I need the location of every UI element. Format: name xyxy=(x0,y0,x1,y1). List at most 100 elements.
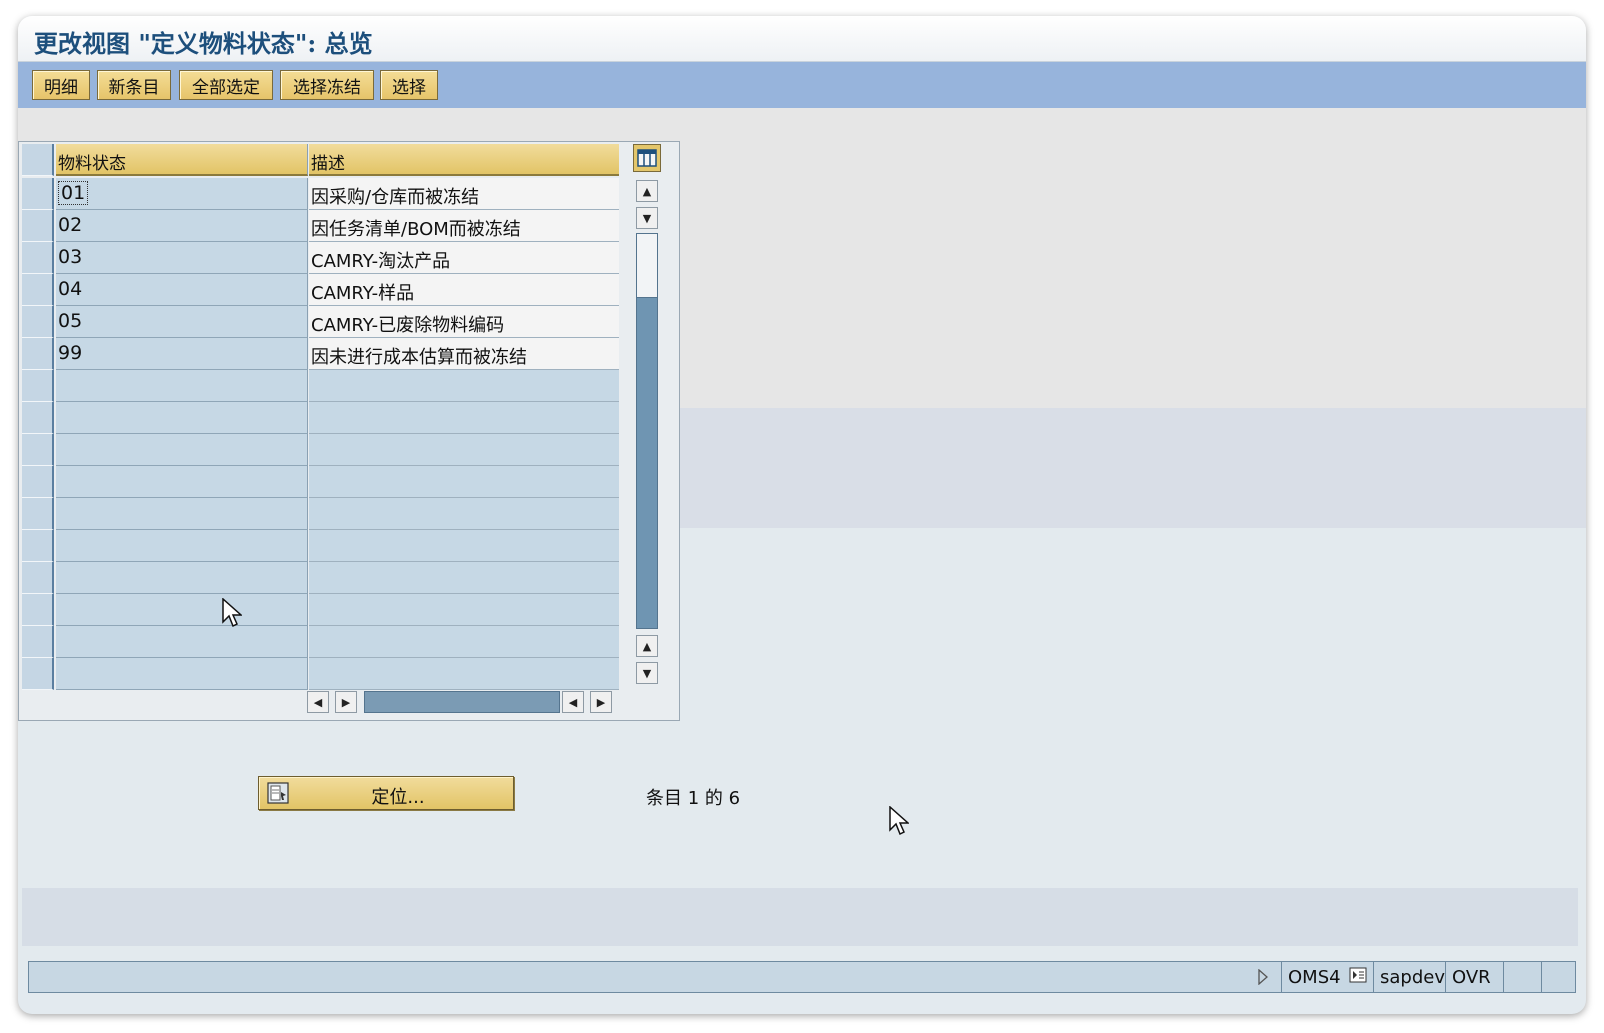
row-selector[interactable] xyxy=(22,402,54,434)
scroll-left-icon[interactable]: ◀ xyxy=(307,691,329,713)
row-selector[interactable] xyxy=(22,306,54,338)
row-selector[interactable] xyxy=(22,434,54,466)
description-cell[interactable] xyxy=(309,434,619,466)
status-cell[interactable] xyxy=(56,434,308,466)
row-selector[interactable] xyxy=(22,370,54,402)
description-cell[interactable] xyxy=(309,466,619,498)
status-cell[interactable] xyxy=(56,466,308,498)
status-cell[interactable]: 03 xyxy=(56,242,308,274)
sap-window: 更改视图 "定义物料状态": 总览 明细 新条目 全部选定 选择冻结 选择 物料… xyxy=(18,16,1586,1014)
select-all-button[interactable]: 全部选定 xyxy=(179,70,273,100)
page-up-icon[interactable]: ▲ xyxy=(636,635,658,657)
status-cell[interactable] xyxy=(56,562,308,594)
select-block-button[interactable]: 选择冻结 xyxy=(280,70,374,100)
table-row[interactable]: 02 因任务清单/BOM而被冻结 xyxy=(22,210,632,242)
status-cell[interactable] xyxy=(56,626,308,658)
description-cell[interactable]: CAMRY-淘汰产品 xyxy=(309,242,619,274)
system-indicator: OMS4 xyxy=(1281,962,1373,992)
vertical-scroll-track[interactable] xyxy=(636,233,658,629)
description-cell[interactable] xyxy=(309,658,619,690)
scroll-down-icon[interactable]: ▼ xyxy=(636,207,658,229)
table-control: 物料状态 描述 01 因采购/仓库而被冻结 02 因任务清单/BOM而被冻结 0… xyxy=(18,141,680,721)
row-selector[interactable] xyxy=(22,530,54,562)
empty-table-row[interactable] xyxy=(22,658,632,690)
description-cell[interactable]: 因未进行成本估算而被冻结 xyxy=(309,338,619,370)
description-cell[interactable]: CAMRY-已废除物料编码 xyxy=(309,306,619,338)
server-name: sapdev xyxy=(1373,962,1445,992)
description-cell[interactable] xyxy=(309,370,619,402)
row-selector[interactable] xyxy=(22,242,54,274)
select-all-rows-cell[interactable] xyxy=(22,144,54,176)
row-selector[interactable] xyxy=(22,658,54,690)
empty-table-row[interactable] xyxy=(22,562,632,594)
status-cell[interactable] xyxy=(56,498,308,530)
description-cell[interactable]: CAMRY-样品 xyxy=(309,274,619,306)
empty-table-row[interactable] xyxy=(22,498,632,530)
locate-button-label: 定位... xyxy=(371,787,425,808)
mouse-cursor-icon xyxy=(889,806,909,836)
empty-table-row[interactable] xyxy=(22,626,632,658)
description-cell[interactable] xyxy=(309,402,619,434)
locate-button[interactable]: 定位... xyxy=(258,776,514,810)
row-selector[interactable] xyxy=(22,594,54,626)
description-cell[interactable] xyxy=(309,562,619,594)
status-cell[interactable]: 01 xyxy=(56,178,308,210)
details-button[interactable]: 明细 xyxy=(32,70,90,100)
table-row[interactable]: 99 因未进行成本估算而被冻结 xyxy=(22,338,632,370)
column-header-material-status[interactable]: 物料状态 xyxy=(56,144,308,176)
status-cell[interactable] xyxy=(56,594,308,626)
row-selector[interactable] xyxy=(22,338,54,370)
row-selector[interactable] xyxy=(22,498,54,530)
scroll-left-end-icon[interactable]: ◀ xyxy=(562,691,584,713)
empty-table-row[interactable] xyxy=(22,594,632,626)
empty-table-row[interactable] xyxy=(22,434,632,466)
empty-table-row[interactable] xyxy=(22,466,632,498)
empty-table-row[interactable] xyxy=(22,530,632,562)
row-selector[interactable] xyxy=(22,466,54,498)
vertical-scrollbar[interactable]: ▲ ▼ ▲ ▼ xyxy=(633,178,661,685)
description-cell[interactable]: 因任务清单/BOM而被冻结 xyxy=(309,210,619,242)
status-cell[interactable] xyxy=(56,370,308,402)
table-row[interactable]: 01 因采购/仓库而被冻结 xyxy=(22,178,632,210)
description-cell[interactable] xyxy=(309,530,619,562)
table-header-row: 物料状态 描述 xyxy=(22,144,632,176)
empty-table-row[interactable] xyxy=(22,370,632,402)
status-cell[interactable] xyxy=(56,402,308,434)
status-cell[interactable] xyxy=(56,658,308,690)
status-expand-icon[interactable] xyxy=(1245,962,1281,992)
status-cell[interactable]: 04 xyxy=(56,274,308,306)
system-info-icon[interactable] xyxy=(1349,967,1367,988)
new-entries-button[interactable]: 新条目 xyxy=(97,70,171,100)
row-selector[interactable] xyxy=(22,178,54,210)
row-selector[interactable] xyxy=(22,274,54,306)
description-cell[interactable] xyxy=(309,498,619,530)
page-down-icon[interactable]: ▼ xyxy=(636,662,658,684)
row-selector[interactable] xyxy=(22,562,54,594)
empty-table-row[interactable] xyxy=(22,402,632,434)
description-cell[interactable]: 因采购/仓库而被冻结 xyxy=(309,178,619,210)
scroll-right-icon[interactable]: ▶ xyxy=(335,691,357,713)
title-bar: 更改视图 "定义物料状态": 总览 xyxy=(18,16,1586,62)
status-cell[interactable]: 02 xyxy=(56,210,308,242)
table-row[interactable]: 04 CAMRY-样品 xyxy=(22,274,632,306)
scroll-up-icon[interactable]: ▲ xyxy=(636,180,658,202)
horizontal-scroll-track[interactable] xyxy=(364,691,560,713)
select-button[interactable]: 选择 xyxy=(380,70,438,100)
status-cell[interactable] xyxy=(56,530,308,562)
lower-band xyxy=(22,888,1578,946)
column-settings-icon[interactable] xyxy=(633,144,661,172)
status-cell[interactable]: 05 xyxy=(56,306,308,338)
column-header-description[interactable]: 描述 xyxy=(309,144,619,176)
main-content: 物料状态 描述 01 因采购/仓库而被冻结 02 因任务清单/BOM而被冻结 0… xyxy=(18,108,1586,978)
row-selector[interactable] xyxy=(22,210,54,242)
entry-count-text: 条目 1 的 6 xyxy=(646,788,741,809)
status-cell[interactable]: 99 xyxy=(56,338,308,370)
description-cell[interactable] xyxy=(309,626,619,658)
table-row[interactable]: 05 CAMRY-已废除物料编码 xyxy=(22,306,632,338)
application-toolbar: 明细 新条目 全部选定 选择冻结 选择 xyxy=(18,62,1586,108)
table-row[interactable]: 03 CAMRY-淘汰产品 xyxy=(22,242,632,274)
vertical-scroll-thumb[interactable] xyxy=(637,234,657,298)
row-selector[interactable] xyxy=(22,626,54,658)
description-cell[interactable] xyxy=(309,594,619,626)
scroll-right-end-icon[interactable]: ▶ xyxy=(590,691,612,713)
